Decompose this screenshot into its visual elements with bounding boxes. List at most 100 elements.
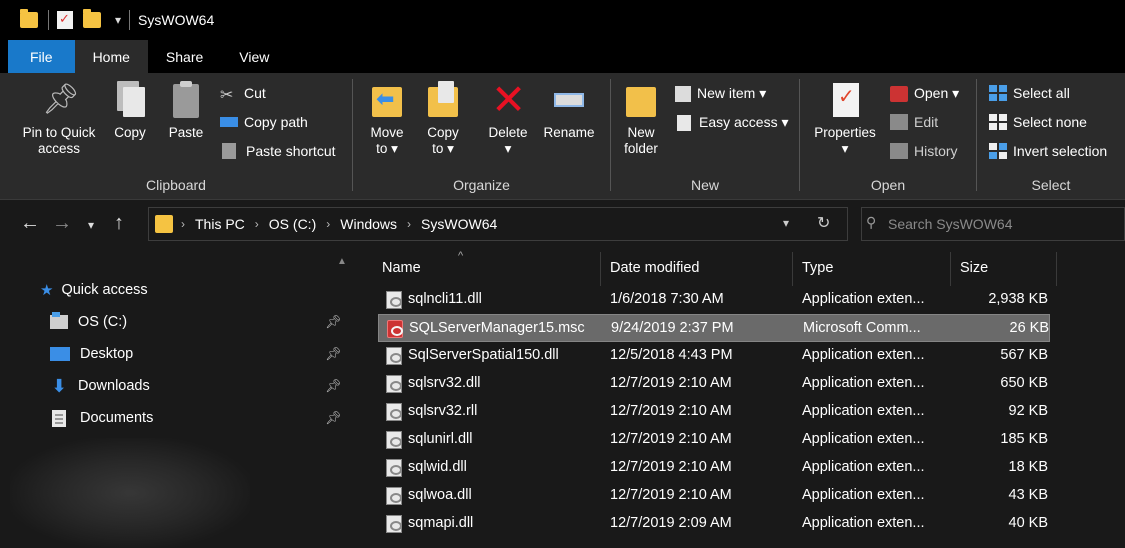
file-size: 26 KB xyxy=(1009,320,1050,336)
table-row[interactable]: SqlServerSpatial150.dll 12/5/2018 4:43 PM… xyxy=(378,342,1050,370)
forward-arrow-icon[interactable]: → xyxy=(52,212,72,235)
file-date: 12/5/2018 4:43 PM xyxy=(610,347,733,363)
chevron-right-icon[interactable]: › xyxy=(181,217,185,231)
file-name[interactable]: sqlwid.dll xyxy=(408,459,467,475)
drive-icon xyxy=(50,312,68,329)
delete-button[interactable]: ✕ Delete ▾ xyxy=(485,79,531,157)
file-name[interactable]: SQLServerManager15.msc xyxy=(409,320,585,336)
table-row[interactable]: sqmapi.dll 12/7/2019 2:09 AM Application e… xyxy=(378,510,1050,538)
file-size: 92 KB xyxy=(1008,403,1049,419)
edit-button[interactable]: Edit xyxy=(890,114,938,130)
tab-home[interactable]: Home xyxy=(74,40,148,73)
sidebar-item-label: Documents xyxy=(80,410,154,426)
chevron-right-icon[interactable]: › xyxy=(326,217,330,231)
tab-file[interactable]: File xyxy=(8,40,75,73)
cut-button[interactable]: ✂ Cut xyxy=(220,85,266,104)
sidebar-item-desktop[interactable]: Desktop 📌︎ xyxy=(50,340,350,368)
blurred-region xyxy=(10,438,250,548)
breadcrumb-this-pc[interactable]: This PC xyxy=(195,216,245,232)
open-button[interactable]: Open ▾ xyxy=(890,85,959,102)
desktop-icon xyxy=(50,347,70,361)
file-name[interactable]: SqlServerSpatial150.dll xyxy=(408,347,559,363)
new-folder-icon[interactable] xyxy=(83,9,101,28)
dll-file-icon xyxy=(386,291,402,309)
new-group: New folder New item ▾ Easy access ▾ New xyxy=(611,73,799,200)
paste-shortcut-button[interactable]: Paste shortcut xyxy=(220,143,336,159)
history-button[interactable]: History xyxy=(890,143,958,159)
sidebar-item-os-c[interactable]: OS (C:) 📌︎ xyxy=(50,308,350,336)
select-all-button[interactable]: Select all xyxy=(989,85,1070,101)
table-row[interactable]: sqlunirl.dll 12/7/2019 2:10 AM Application… xyxy=(378,426,1050,454)
move-to-button[interactable]: ⬅ Move to ▾ xyxy=(365,81,409,157)
clipboard-group: 📌︎ Pin to Quick access Copy Paste ✂ Cut … xyxy=(0,73,352,200)
column-header-type[interactable]: Type xyxy=(802,260,833,276)
properties-button[interactable]: Properties ▾ xyxy=(808,81,882,157)
rename-button[interactable]: Rename xyxy=(539,81,599,141)
refresh-icon[interactable]: ↻ xyxy=(817,213,830,233)
tab-view[interactable]: View xyxy=(221,40,287,73)
new-folder-button[interactable]: New folder xyxy=(619,81,663,157)
column-header-date-modified[interactable]: Date modified xyxy=(610,260,699,276)
pin-to-quick-access-button[interactable]: 📌︎ Pin to Quick access xyxy=(16,81,102,157)
easy-access-label: Easy access ▾ xyxy=(699,114,789,130)
navigation-pane: ▲ ★ Quick access OS (C:) 📌︎ Desktop 📌︎ ⬇… xyxy=(0,248,355,548)
properties-icon[interactable] xyxy=(57,11,73,29)
pin-icon[interactable]: 📌︎ xyxy=(325,314,342,330)
pin-icon[interactable]: 📌︎ xyxy=(325,410,342,426)
column-divider[interactable] xyxy=(1056,252,1057,286)
move-to-dropdown: to ▾ xyxy=(376,141,398,156)
recent-locations-chevron-icon[interactable]: ▾ xyxy=(88,218,94,232)
new-item-button[interactable]: New item ▾ xyxy=(675,85,766,102)
back-arrow-icon[interactable]: ← xyxy=(20,212,40,235)
table-row[interactable]: sqlwid.dll 12/7/2019 2:10 AM Application e… xyxy=(378,454,1050,482)
select-none-button[interactable]: Select none xyxy=(989,114,1087,130)
file-name[interactable]: sqlsrv32.rll xyxy=(408,403,477,419)
sidebar-item-downloads[interactable]: ⬇ Downloads 📌︎ xyxy=(50,372,350,400)
file-name[interactable]: sqlwoa.dll xyxy=(408,487,472,503)
breadcrumb-os-c[interactable]: OS (C:) xyxy=(269,216,316,232)
qat-dropdown-icon[interactable]: ▾ xyxy=(115,13,121,27)
copy-path-button[interactable]: Copy path xyxy=(220,114,308,130)
column-header-name[interactable]: Name xyxy=(382,260,421,276)
up-arrow-icon[interactable]: ↑ xyxy=(114,212,124,235)
address-bar[interactable]: › This PC › OS (C:) › Windows › SysWOW64… xyxy=(148,207,848,241)
breadcrumb-windows[interactable]: Windows xyxy=(340,216,397,232)
sidebar-item-quick-access[interactable]: ★ Quick access xyxy=(40,276,340,304)
breadcrumb-syswow64[interactable]: SysWOW64 xyxy=(421,216,497,232)
file-size: 567 KB xyxy=(1000,347,1048,363)
pin-icon[interactable]: 📌︎ xyxy=(325,346,342,362)
address-dropdown-icon[interactable]: ▾ xyxy=(783,216,789,230)
file-name[interactable]: sqlsrv32.dll xyxy=(408,375,481,391)
table-row[interactable]: sqlncli11.dll 1/6/2018 7:30 AM Application… xyxy=(378,286,1050,314)
paste-button[interactable]: Paste xyxy=(164,81,208,141)
scroll-up-icon[interactable]: ▲ xyxy=(337,256,347,267)
file-name[interactable]: sqlunirl.dll xyxy=(408,431,472,447)
file-size: 18 KB xyxy=(1008,459,1049,475)
clipboard-label: Clipboard xyxy=(146,177,206,193)
sidebar-item-documents[interactable]: Documents 📌︎ xyxy=(50,404,350,432)
table-row[interactable]: sqlwoa.dll 12/7/2019 2:10 AM Application e… xyxy=(378,482,1050,510)
chevron-right-icon[interactable]: › xyxy=(255,217,259,231)
folder-icon[interactable] xyxy=(20,9,38,28)
easy-access-button[interactable]: Easy access ▾ xyxy=(675,114,789,131)
table-row[interactable]: sqlsrv32.dll 12/7/2019 2:10 AM Application… xyxy=(378,370,1050,398)
tab-share[interactable]: Share xyxy=(148,40,221,73)
download-icon: ⬇ xyxy=(51,375,67,396)
column-header-size[interactable]: Size xyxy=(960,260,988,276)
file-size: 43 KB xyxy=(1008,487,1049,503)
properties-dropdown: ▾ xyxy=(841,141,849,156)
sidebar-item-label: Desktop xyxy=(80,346,134,362)
column-divider[interactable] xyxy=(950,252,951,286)
search-input[interactable]: ⚲ Search SysWOW64 xyxy=(861,207,1125,241)
table-row[interactable]: SQLServerManager15.msc 9/24/2019 2:37 PM M… xyxy=(378,314,1050,342)
table-row[interactable]: sqlsrv32.rll 12/7/2019 2:10 AM Application… xyxy=(378,398,1050,426)
copy-button[interactable]: Copy xyxy=(110,81,150,141)
file-name[interactable]: sqmapi.dll xyxy=(408,515,473,531)
copy-to-button[interactable]: Copy to ▾ xyxy=(421,81,465,157)
column-divider[interactable] xyxy=(600,252,601,286)
chevron-right-icon[interactable]: › xyxy=(407,217,411,231)
file-name[interactable]: sqlncli11.dll xyxy=(408,291,482,307)
column-divider[interactable] xyxy=(792,252,793,286)
invert-selection-button[interactable]: Invert selection xyxy=(989,143,1107,159)
pin-icon[interactable]: 📌︎ xyxy=(325,378,342,394)
